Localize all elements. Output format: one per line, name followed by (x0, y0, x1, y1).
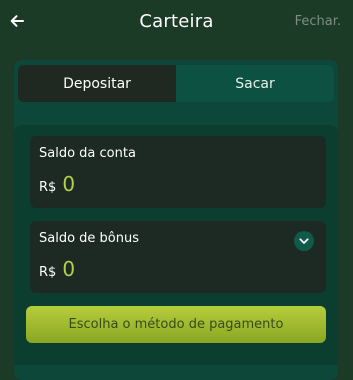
account-balance-label: Saldo da conta (39, 146, 136, 161)
bonus-balance-value: 0 (62, 257, 76, 281)
currency-symbol: R$ (39, 180, 57, 195)
currency-symbol: R$ (39, 265, 57, 280)
choose-payment-method-button[interactable]: Escolha o método de pagamento (26, 306, 326, 343)
chevron-down-icon (299, 237, 309, 244)
account-balance-value: 0 (62, 172, 76, 196)
tab-bar: Depositar Sacar (18, 65, 334, 102)
bonus-balance-label: Saldo de bônus (39, 231, 140, 246)
tab-withdraw[interactable]: Sacar (176, 65, 334, 102)
bonus-balance-amount: R$ 0 (39, 257, 75, 281)
account-balance-amount: R$ 0 (39, 172, 75, 196)
close-link[interactable]: Fechar. (295, 14, 341, 29)
bonus-balance-card: Saldo de bônus R$ 0 (30, 221, 326, 293)
account-balance-card: Saldo da conta R$ 0 (30, 136, 326, 208)
header: Carteira Fechar. (0, 0, 353, 48)
expand-bonus-button[interactable] (294, 231, 314, 251)
tab-deposit[interactable]: Depositar (18, 65, 176, 102)
